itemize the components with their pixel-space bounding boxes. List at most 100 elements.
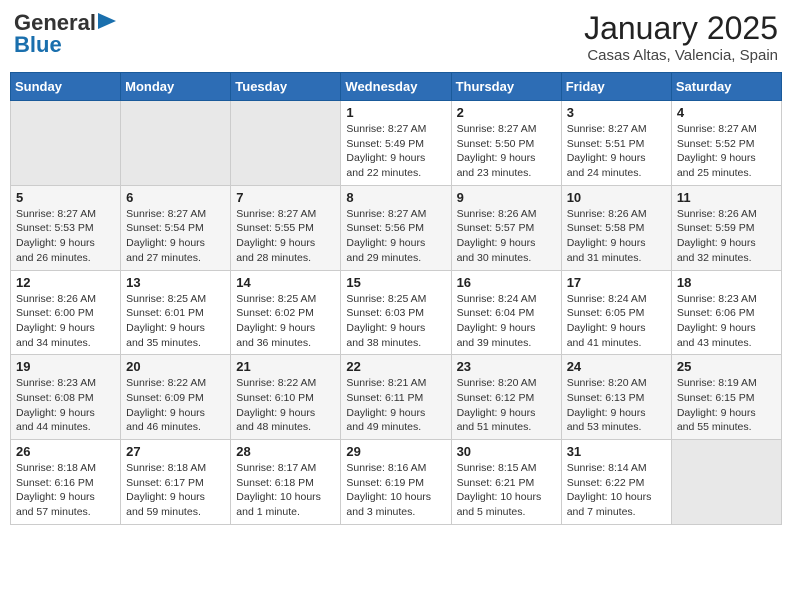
table-row: 30Sunrise: 8:15 AM Sunset: 6:21 PM Dayli…: [451, 440, 561, 525]
day-info: Sunrise: 8:27 AM Sunset: 5:51 PM Dayligh…: [567, 122, 666, 181]
table-row: 4Sunrise: 8:27 AM Sunset: 5:52 PM Daylig…: [671, 101, 781, 186]
header-monday: Monday: [121, 73, 231, 101]
table-row: 18 Sunrise: 8:23 AM Sunset: 6:06 PM Dayli…: [671, 270, 781, 355]
table-row: 24 Sunrise: 8:20 AM Sunset: 6:13 PM Dayli…: [561, 355, 671, 440]
location-subtitle: Casas Altas, Valencia, Spain: [584, 47, 778, 64]
table-row: 20Sunrise: 8:22 AM Sunset: 6:09 PM Dayli…: [121, 355, 231, 440]
day-info: Sunrise: 8:26 AM Sunset: 5:58 PM Dayligh…: [567, 207, 666, 266]
page-header: General Blue January 2025 Casas Altas, V…: [10, 10, 782, 64]
day-info: Sunrise: 8:14 AM Sunset: 6:22 PM Dayligh…: [567, 461, 666, 520]
day-info: Sunrise: 8:19 AM Sunset: 6:15 PM Dayligh…: [677, 376, 776, 435]
day-info: Sunrise: 8:23 AM Sunset: 6:06 PM Dayligh…: [677, 292, 776, 351]
table-row: 12 Sunrise: 8:26 AM Sunset: 6:00 PM Dayli…: [11, 270, 121, 355]
day-info: Sunrise: 8:27 AM Sunset: 5:53 PM Dayligh…: [16, 207, 115, 266]
table-row: 3Sunrise: 8:27 AM Sunset: 5:51 PM Daylig…: [561, 101, 671, 186]
table-row: 19Sunrise: 8:23 AM Sunset: 6:08 PM Dayli…: [11, 355, 121, 440]
table-row: 15 Sunrise: 8:25 AM Sunset: 6:03 PM Dayli…: [341, 270, 451, 355]
table-row: 8 Sunrise: 8:27 AM Sunset: 5:56 PM Daylig…: [341, 185, 451, 270]
day-info: Sunrise: 8:16 AM Sunset: 6:19 PM Dayligh…: [346, 461, 445, 520]
day-info: Sunrise: 8:27 AM Sunset: 5:55 PM Dayligh…: [236, 207, 335, 266]
day-number: 1: [346, 105, 445, 120]
table-row: 6Sunrise: 8:27 AM Sunset: 5:54 PM Daylig…: [121, 185, 231, 270]
table-row: 21Sunrise: 8:22 AM Sunset: 6:10 PM Dayli…: [231, 355, 341, 440]
calendar-week-row: 5 Sunrise: 8:27 AM Sunset: 5:53 PM Daylig…: [11, 185, 782, 270]
day-info: Sunrise: 8:18 AM Sunset: 6:16 PM Dayligh…: [16, 461, 115, 520]
day-info: Sunrise: 8:24 AM Sunset: 6:05 PM Dayligh…: [567, 292, 666, 351]
day-info: Sunrise: 8:18 AM Sunset: 6:17 PM Dayligh…: [126, 461, 225, 520]
table-row: 10 Sunrise: 8:26 AM Sunset: 5:58 PM Dayli…: [561, 185, 671, 270]
header-tuesday: Tuesday: [231, 73, 341, 101]
calendar-week-row: 12 Sunrise: 8:26 AM Sunset: 6:00 PM Dayli…: [11, 270, 782, 355]
header-saturday: Saturday: [671, 73, 781, 101]
day-number: 22: [346, 359, 445, 374]
day-number: 31: [567, 444, 666, 459]
day-info: Sunrise: 8:26 AM Sunset: 6:00 PM Dayligh…: [16, 292, 115, 351]
header-thursday: Thursday: [451, 73, 561, 101]
day-number: 4: [677, 105, 776, 120]
day-info: Sunrise: 8:27 AM Sunset: 5:56 PM Dayligh…: [346, 207, 445, 266]
day-info: Sunrise: 8:20 AM Sunset: 6:13 PM Dayligh…: [567, 376, 666, 435]
table-row: 2Sunrise: 8:27 AM Sunset: 5:50 PM Daylig…: [451, 101, 561, 186]
day-number: 15: [346, 275, 445, 290]
calendar-week-row: 1 Sunrise: 8:27 AM Sunset: 5:49 PM Daylig…: [11, 101, 782, 186]
table-row: 22 Sunrise: 8:21 AM Sunset: 6:11 PM Dayli…: [341, 355, 451, 440]
day-info: Sunrise: 8:27 AM Sunset: 5:49 PM Dayligh…: [346, 122, 445, 181]
day-info: Sunrise: 8:25 AM Sunset: 6:03 PM Dayligh…: [346, 292, 445, 351]
day-number: 7: [236, 190, 335, 205]
header-sunday: Sunday: [11, 73, 121, 101]
day-number: 19: [16, 359, 115, 374]
day-number: 10: [567, 190, 666, 205]
day-number: 2: [457, 105, 556, 120]
day-info: Sunrise: 8:26 AM Sunset: 5:57 PM Dayligh…: [457, 207, 556, 266]
day-number: 24: [567, 359, 666, 374]
day-number: 14: [236, 275, 335, 290]
day-number: 23: [457, 359, 556, 374]
table-row: 13 Sunrise: 8:25 AM Sunset: 6:01 PM Dayli…: [121, 270, 231, 355]
table-row: 25 Sunrise: 8:19 AM Sunset: 6:15 PM Dayli…: [671, 355, 781, 440]
calendar-table: Sunday Monday Tuesday Wednesday Thursday…: [10, 72, 782, 525]
day-number: 28: [236, 444, 335, 459]
day-number: 8: [346, 190, 445, 205]
table-row: 11 Sunrise: 8:26 AM Sunset: 5:59 PM Dayli…: [671, 185, 781, 270]
table-row: 28 Sunrise: 8:17 AM Sunset: 6:18 PM Dayli…: [231, 440, 341, 525]
day-info: Sunrise: 8:21 AM Sunset: 6:11 PM Dayligh…: [346, 376, 445, 435]
table-row: 27Sunrise: 8:18 AM Sunset: 6:17 PM Dayli…: [121, 440, 231, 525]
month-title: January 2025: [584, 10, 778, 47]
day-number: 9: [457, 190, 556, 205]
day-number: 5: [16, 190, 115, 205]
logo: General Blue: [14, 10, 116, 58]
day-number: 11: [677, 190, 776, 205]
day-number: 12: [16, 275, 115, 290]
weekday-header-row: Sunday Monday Tuesday Wednesday Thursday…: [11, 73, 782, 101]
day-info: Sunrise: 8:25 AM Sunset: 6:01 PM Dayligh…: [126, 292, 225, 351]
day-info: Sunrise: 8:24 AM Sunset: 6:04 PM Dayligh…: [457, 292, 556, 351]
table-row: [671, 440, 781, 525]
day-number: 25: [677, 359, 776, 374]
day-number: 26: [16, 444, 115, 459]
table-row: 23 Sunrise: 8:20 AM Sunset: 6:12 PM Dayli…: [451, 355, 561, 440]
header-friday: Friday: [561, 73, 671, 101]
table-row: 14 Sunrise: 8:25 AM Sunset: 6:02 PM Dayli…: [231, 270, 341, 355]
table-row: [11, 101, 121, 186]
day-info: Sunrise: 8:27 AM Sunset: 5:54 PM Dayligh…: [126, 207, 225, 266]
day-number: 17: [567, 275, 666, 290]
day-number: 13: [126, 275, 225, 290]
calendar-week-row: 26 Sunrise: 8:18 AM Sunset: 6:16 PM Dayli…: [11, 440, 782, 525]
day-info: Sunrise: 8:17 AM Sunset: 6:18 PM Dayligh…: [236, 461, 335, 520]
table-row: [121, 101, 231, 186]
table-row: 17 Sunrise: 8:24 AM Sunset: 6:05 PM Dayli…: [561, 270, 671, 355]
day-number: 29: [346, 444, 445, 459]
title-block: January 2025 Casas Altas, Valencia, Spai…: [584, 10, 778, 64]
logo-arrow-icon: [98, 13, 116, 29]
table-row: 31 Sunrise: 8:14 AM Sunset: 6:22 PM Dayli…: [561, 440, 671, 525]
table-row: 5 Sunrise: 8:27 AM Sunset: 5:53 PM Daylig…: [11, 185, 121, 270]
table-row: 7 Sunrise: 8:27 AM Sunset: 5:55 PM Daylig…: [231, 185, 341, 270]
day-info: Sunrise: 8:20 AM Sunset: 6:12 PM Dayligh…: [457, 376, 556, 435]
day-info: Sunrise: 8:25 AM Sunset: 6:02 PM Dayligh…: [236, 292, 335, 351]
table-row: [231, 101, 341, 186]
day-number: 16: [457, 275, 556, 290]
day-info: Sunrise: 8:26 AM Sunset: 5:59 PM Dayligh…: [677, 207, 776, 266]
day-number: 18: [677, 275, 776, 290]
day-info: Sunrise: 8:22 AM Sunset: 6:09 PM Dayligh…: [126, 376, 225, 435]
table-row: 26 Sunrise: 8:18 AM Sunset: 6:16 PM Dayli…: [11, 440, 121, 525]
